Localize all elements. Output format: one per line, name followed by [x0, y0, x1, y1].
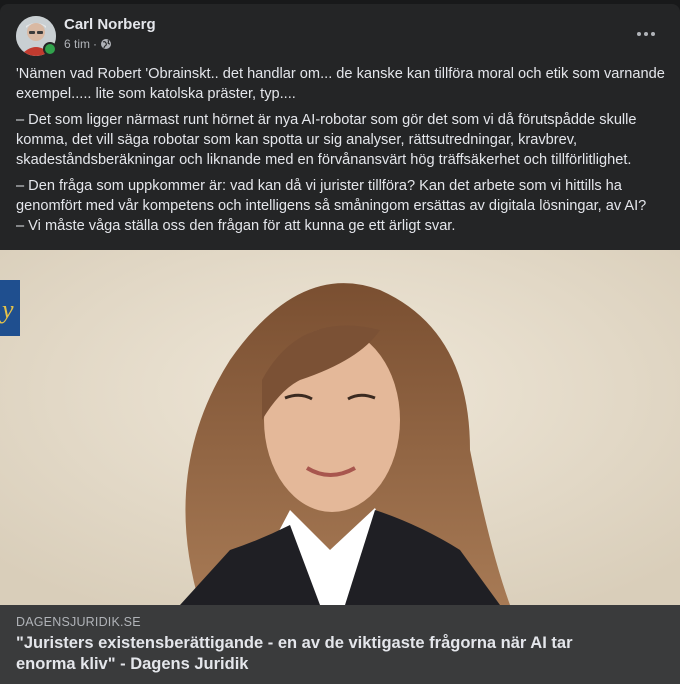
dot-icon [651, 32, 655, 36]
link-preview-card[interactable]: DAGENSJURIDIK.SE "Juristers existensberä… [0, 605, 680, 684]
post-paragraph: – Det som ligger närmast runt hörnet är … [16, 112, 641, 168]
dot-icon [637, 32, 641, 36]
post-text: 'Nämen vad Robert 'Obrainskt.. det handl… [16, 64, 666, 242]
online-status-dot [43, 42, 57, 56]
post-paragraph: – Den fråga som uppkommer är: vad kan då… [16, 178, 647, 234]
more-options-button[interactable] [632, 24, 660, 44]
post-meta: 6 tim · [64, 37, 112, 51]
link-title[interactable]: "Juristers existensberättigande - en av … [16, 633, 636, 675]
link-preview-image[interactable]: y [0, 250, 680, 605]
svg-text:y: y [0, 295, 14, 324]
dot-icon [644, 32, 648, 36]
post-time[interactable]: 6 tim [64, 37, 90, 51]
post-paragraph: 'Nämen vad Robert 'Obrainskt.. det handl… [16, 66, 669, 102]
feed-post: Carl Norberg 6 tim · 'Nämen vad Robert '… [0, 4, 680, 684]
author-avatar[interactable] [16, 16, 57, 56]
meta-separator: · [93, 37, 98, 51]
link-domain: DAGENSJURIDIK.SE [16, 615, 141, 629]
post-header: Carl Norberg 6 tim · [16, 16, 664, 60]
globe-icon [101, 39, 112, 49]
portrait-photo: y [0, 250, 680, 605]
author-name[interactable]: Carl Norberg [64, 16, 156, 33]
